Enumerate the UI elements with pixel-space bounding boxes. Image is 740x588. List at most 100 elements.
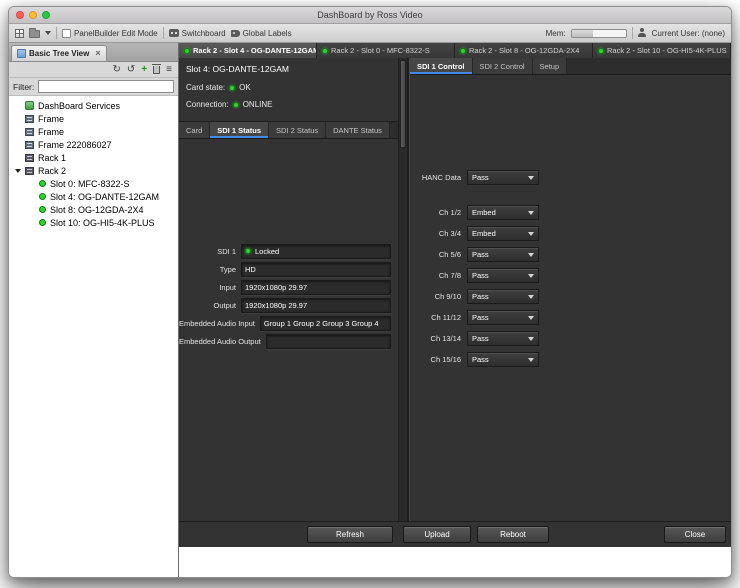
- control-row-ch5-6: Ch 5/6 Pass: [410, 247, 731, 262]
- device-tab-slot0[interactable]: Rack 2 - Slot 0 - MFC-8322-S: [317, 43, 455, 58]
- status-panel: Slot 4: OG-DANTE-12GAM Card state: OK Co…: [179, 58, 409, 521]
- window-title: DashBoard by Ross Video: [317, 10, 423, 20]
- device-status-led-icon: [460, 47, 466, 54]
- ch11-12-dropdown[interactable]: Pass: [467, 310, 539, 325]
- refresh-tree-icon[interactable]: ↻: [113, 64, 121, 75]
- chevron-down-icon: [528, 336, 534, 341]
- expand-caret-icon[interactable]: [15, 168, 21, 173]
- tab-dante-status[interactable]: DANTE Status: [326, 122, 390, 138]
- trash-icon[interactable]: [152, 63, 162, 74]
- dropdown-value: Pass: [472, 271, 489, 280]
- current-user-label: Current User: (none): [651, 28, 725, 38]
- add-icon[interactable]: +: [141, 64, 147, 75]
- traffic-lights: [16, 11, 50, 19]
- tab-sdi1-status[interactable]: SDI 1 Status: [210, 122, 270, 138]
- field-label: Type: [219, 264, 236, 274]
- control-label: Ch 5/6: [438, 250, 461, 259]
- tree-item-frame-222086027[interactable]: Frame 222086027: [9, 138, 178, 151]
- device-tab-slot8[interactable]: Rack 2 - Slot 8 - OG-12GDA-2X4: [455, 43, 593, 58]
- main-toolbar: PanelBuilder Edit Mode Switchboard Globa…: [9, 24, 731, 43]
- dropdown-value: Pass: [472, 355, 489, 364]
- toolbar-separator: [631, 27, 633, 39]
- tree-item-label: Frame: [38, 126, 65, 137]
- tree-item-frame-2[interactable]: Frame: [9, 125, 178, 138]
- refresh-button[interactable]: Refresh: [307, 526, 393, 543]
- menu-icon[interactable]: ≡: [166, 64, 172, 75]
- tree-item-rack-1[interactable]: Rack 1: [9, 151, 178, 164]
- ch7-8-dropdown[interactable]: Pass: [467, 268, 539, 283]
- close-icon[interactable]: ×: [95, 49, 100, 58]
- tab-sdi2-status[interactable]: SDI 2 Status: [269, 122, 327, 138]
- tree-item-dashboard-services[interactable]: DashBoard Services: [9, 99, 178, 112]
- editmode-label: PanelBuilder Edit Mode: [74, 28, 158, 38]
- field-value: 1920x1080p 29.97: [245, 282, 308, 292]
- dropdown-value: Pass: [472, 250, 489, 259]
- field-row-embedded-audio-output: Embedded Audio Output: [179, 333, 398, 349]
- device-tab-label: Rack 2 - Slot 4 - OG-DANTE-12GAM: [193, 46, 317, 55]
- chevron-down-icon: [528, 175, 534, 180]
- toolbar-right-group: Mem: Current User: (none): [546, 27, 725, 39]
- tree-item-slot-0[interactable]: Slot 0: MFC-8322-S: [9, 177, 178, 190]
- status-tab-bar: Card SDI 1 Status SDI 2 Status DANTE Sta…: [179, 122, 398, 139]
- close-button[interactable]: Close: [664, 526, 726, 543]
- hanc-data-dropdown[interactable]: Pass: [467, 170, 539, 185]
- device-tab-slot4[interactable]: Rack 2 - Slot 4 - OG-DANTE-12GAM: [179, 43, 317, 58]
- field-label: Output: [213, 300, 236, 310]
- tree-item-frame-1[interactable]: Frame: [9, 112, 178, 125]
- ch1-2-dropdown[interactable]: Embed: [467, 205, 539, 220]
- panelbuilder-edit-mode-toggle[interactable]: PanelBuilder Edit Mode: [62, 28, 158, 38]
- services-icon: [25, 101, 34, 110]
- field-label: Input: [219, 282, 236, 292]
- card-state-led-icon: [229, 84, 236, 91]
- layout-grid-icon[interactable]: [15, 28, 24, 38]
- tree-item-slot-10[interactable]: Slot 10: OG-HI5-4K-PLUS: [9, 216, 178, 229]
- field-row-type: Type HD: [179, 261, 398, 277]
- control-row-ch7-8: Ch 7/8 Pass: [410, 268, 731, 283]
- tab-sdi1-control[interactable]: SDI 1 Control: [410, 58, 473, 74]
- tree-item-label: Slot 0: MFC-8322-S: [50, 178, 130, 189]
- control-label: Ch 7/8: [438, 271, 461, 280]
- reboot-button[interactable]: Reboot: [477, 526, 549, 543]
- sdi1-status-form: SDI 1 Locked Type HD Input 1920x1080p 29…: [179, 139, 398, 351]
- tab-card[interactable]: Card: [179, 122, 211, 138]
- control-row-hanc: HANC Data Pass: [410, 170, 731, 185]
- ch3-4-dropdown[interactable]: Embed: [467, 226, 539, 241]
- tree-item-slot-8[interactable]: Slot 8: OG-12GDA-2X4: [9, 203, 178, 216]
- tree-tab-label: Basic Tree View: [29, 49, 90, 58]
- frame-icon: [25, 127, 34, 136]
- tab-sdi2-control[interactable]: SDI 2 Control: [472, 58, 533, 74]
- window-minimize-button[interactable]: [29, 11, 37, 19]
- dropdown-value: Pass: [472, 173, 489, 182]
- tree-item-rack-2[interactable]: Rack 2: [9, 164, 178, 177]
- ch13-14-dropdown[interactable]: Pass: [467, 331, 539, 346]
- control-row-ch15-16: Ch 15/16 Pass: [410, 352, 731, 367]
- tree-item-slot-4[interactable]: Slot 4: OG-DANTE-12GAM: [9, 190, 178, 203]
- global-labels-button[interactable]: Global Labels: [230, 29, 292, 38]
- editmode-checkbox[interactable]: [62, 28, 71, 38]
- ch9-10-dropdown[interactable]: Pass: [467, 289, 539, 304]
- filter-input[interactable]: [38, 80, 174, 93]
- connection-label: Connection:: [186, 100, 229, 109]
- tab-setup[interactable]: Setup: [532, 58, 568, 74]
- window-close-button[interactable]: [16, 11, 24, 19]
- field-value: Group 1 Group 2 Group 3 Group 4: [263, 318, 379, 328]
- switchboard-button[interactable]: Switchboard: [168, 29, 226, 38]
- tab-basic-tree-view[interactable]: Basic Tree View ×: [11, 45, 107, 61]
- folder-caret-icon[interactable]: [45, 31, 51, 35]
- field-label: Embedded Audio Output: [179, 336, 261, 346]
- sync-icon[interactable]: ↺: [127, 64, 135, 75]
- panels-row: Slot 4: OG-DANTE-12GAM Card state: OK Co…: [179, 58, 731, 521]
- scrollbar[interactable]: [398, 58, 407, 521]
- dropdown-value: Pass: [472, 292, 489, 301]
- scrollbar-thumb[interactable]: [400, 60, 406, 148]
- field-row-input: Input 1920x1080p 29.97: [179, 279, 398, 295]
- ch15-16-dropdown[interactable]: Pass: [467, 352, 539, 367]
- window-zoom-button[interactable]: [42, 11, 50, 19]
- folder-icon[interactable]: [29, 28, 40, 38]
- field-value: Locked: [255, 246, 280, 256]
- upload-button[interactable]: Upload: [403, 526, 471, 543]
- title-bar: DashBoard by Ross Video: [9, 7, 731, 24]
- ch5-6-dropdown[interactable]: Pass: [467, 247, 539, 262]
- device-tab-slot10[interactable]: Rack 2 - Slot 10 - OG-HI5-4K-PLUS: [593, 43, 731, 58]
- control-label: Ch 13/14: [430, 334, 461, 343]
